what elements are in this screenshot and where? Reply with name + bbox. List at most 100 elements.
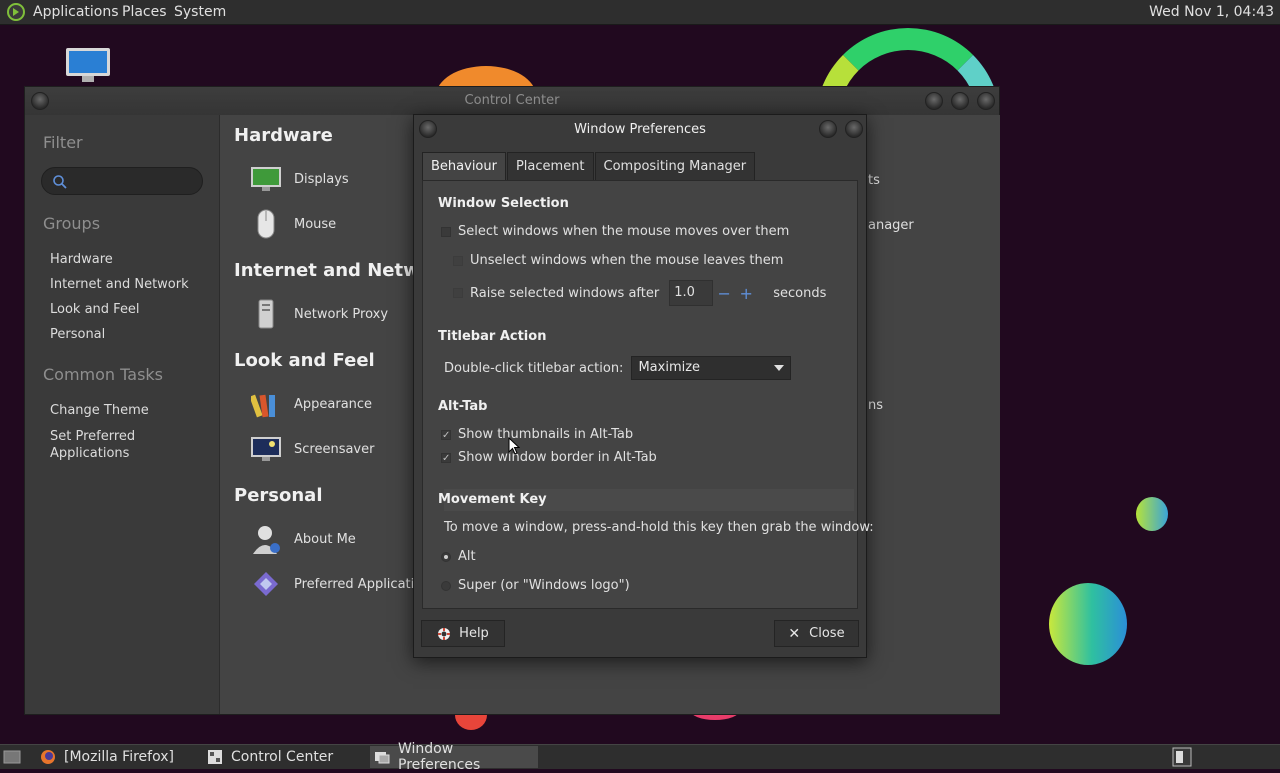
sidebar-item-personal[interactable]: Personal (50, 327, 105, 342)
super-radio[interactable] (441, 580, 451, 591)
task-control-center-label: Control Center (231, 749, 334, 765)
help-button[interactable]: Help (421, 620, 505, 647)
item-appearance-label: Appearance (294, 396, 373, 412)
item-displays-label: Displays (294, 171, 349, 187)
alt-row[interactable]: Alt (441, 549, 476, 564)
menu-applications[interactable]: Applications (33, 4, 119, 20)
wp-menu-button[interactable] (419, 120, 437, 138)
close-icon: ✕ (788, 625, 801, 642)
titlebar-action-label: Double-click titlebar action: (444, 360, 624, 376)
movement-key-description: To move a window, press-and-hold this ke… (444, 520, 874, 535)
item-network-proxy-label: Network Proxy (294, 306, 389, 322)
close-button[interactable]: ✕ Close (774, 620, 859, 647)
task-firefox[interactable]: [Mozilla Firefox] (36, 746, 196, 768)
wp-close-button[interactable] (845, 120, 863, 138)
select-on-hover-checkbox[interactable] (441, 226, 451, 237)
item-screensaver[interactable]: Screensaver (250, 433, 374, 465)
firefox-icon (40, 749, 56, 765)
close-label: Close (809, 626, 845, 641)
select-on-hover-row[interactable]: Select windows when the mouse moves over… (441, 224, 789, 239)
super-row[interactable]: Super (or "Windows logo") (441, 578, 630, 593)
tab-placement[interactable]: Placement (506, 152, 594, 180)
item-network-proxy[interactable]: Network Proxy (250, 298, 388, 330)
wp-minimize-button[interactable] (819, 120, 837, 138)
titlebar-action-value: Maximize (638, 360, 701, 375)
window-preferences-icon (374, 749, 390, 765)
sidebar-item-look-and-feel[interactable]: Look and Feel (50, 302, 140, 317)
item-about-me-label: About Me (294, 531, 356, 547)
task-control-center[interactable]: Control Center (203, 746, 363, 768)
bottom-panel: [Mozilla Firefox] Control Center Window … (0, 741, 1280, 773)
super-label: Super (or "Windows logo") (458, 578, 630, 593)
task-window-preferences[interactable]: Window Preferences (370, 741, 538, 773)
cc-maximize-button[interactable] (951, 92, 969, 110)
clock[interactable]: Wed Nov 1, 04:43 (1149, 4, 1274, 20)
hidden-item-label-2: anager (868, 218, 914, 233)
control-center-titlebar[interactable]: Control Center (25, 87, 999, 115)
task-window-preferences-label: Window Preferences (398, 741, 481, 773)
task-set-preferred-apps[interactable]: Set Preferred Applications (50, 428, 135, 462)
item-displays[interactable]: Displays (250, 163, 349, 195)
category-internet: Internet and Network (234, 260, 416, 281)
item-preferred-apps[interactable]: Preferred Applications (250, 568, 437, 600)
mouse-icon (250, 208, 282, 240)
decrement-button[interactable]: − (713, 284, 735, 303)
preferred-apps-icon (250, 568, 282, 600)
category-look-and-feel: Look and Feel (234, 350, 375, 371)
show-border-label: Show window border in Alt-Tab (458, 450, 657, 465)
behaviour-page: Window Selection Select windows when the… (422, 180, 874, 609)
control-center-sidebar: Filter Groups Hardware Internet and Netw… (25, 115, 219, 714)
menu-system[interactable]: System (174, 4, 226, 20)
tab-behaviour[interactable]: Behaviour (422, 152, 506, 180)
show-thumbnails-checkbox[interactable]: ✓ (441, 429, 451, 440)
cc-minimize-button[interactable] (925, 92, 943, 110)
alt-radio[interactable] (441, 551, 451, 562)
computer-desktop-icon[interactable] (64, 46, 112, 86)
menu-places[interactable]: Places (122, 4, 167, 20)
item-mouse[interactable]: Mouse (250, 208, 336, 240)
show-desktop-icon[interactable] (3, 749, 21, 769)
tab-bar: Behaviour Placement Compositing Manager (422, 152, 756, 180)
titlebar-action-row: Double-click titlebar action: Maximize (444, 356, 792, 380)
item-appearance[interactable]: Appearance (250, 388, 372, 420)
titlebar-action-dropdown[interactable]: Maximize (631, 356, 792, 380)
cc-menu-button[interactable] (31, 92, 49, 110)
titlebar-action-heading: Titlebar Action (438, 329, 547, 344)
task-change-theme[interactable]: Change Theme (50, 403, 149, 418)
unselect-on-leave-label: Unselect windows when the mouse leaves t… (470, 253, 784, 268)
network-proxy-icon (250, 298, 282, 330)
task-firefox-label: [Mozilla Firefox] (64, 749, 174, 765)
sidebar-item-hardware[interactable]: Hardware (50, 252, 113, 267)
display-icon (250, 163, 282, 195)
increment-button[interactable]: + (735, 284, 757, 303)
item-mouse-label: Mouse (294, 216, 337, 232)
appearance-icon (250, 388, 282, 420)
category-personal: Personal (234, 485, 323, 506)
alt-label: Alt (458, 549, 476, 564)
cc-close-button[interactable] (977, 92, 995, 110)
window-selection-heading: Window Selection (438, 196, 569, 211)
raise-after-checkbox[interactable] (453, 288, 463, 298)
workspace-switcher-icon[interactable] (1172, 747, 1192, 771)
window-preferences-titlebar[interactable]: Window Preferences (414, 115, 866, 145)
item-screensaver-label: Screensaver (294, 441, 375, 457)
raise-delay-input[interactable]: 1.0 (669, 280, 714, 306)
search-icon (52, 174, 68, 194)
sidebar-item-internet[interactable]: Internet and Network (50, 277, 189, 292)
tab-compositing-manager[interactable]: Compositing Manager (594, 152, 756, 180)
wallpaper-orb-large (1049, 583, 1127, 665)
category-hardware: Hardware (234, 125, 333, 146)
unselect-on-leave-row[interactable]: Unselect windows when the mouse leaves t… (453, 253, 783, 268)
show-border-row[interactable]: ✓ Show window border in Alt-Tab (441, 450, 657, 465)
unselect-on-leave-checkbox[interactable] (453, 255, 463, 266)
show-thumbnails-label: Show thumbnails in Alt-Tab (458, 427, 634, 442)
show-border-checkbox[interactable]: ✓ (441, 452, 451, 463)
item-about-me[interactable]: About Me (250, 523, 356, 555)
show-thumbnails-row[interactable]: ✓ Show thumbnails in Alt-Tab (441, 427, 633, 442)
filter-search-input[interactable] (41, 167, 203, 195)
alt-tab-heading: Alt-Tab (438, 399, 488, 414)
menu-logo-icon[interactable] (7, 3, 25, 25)
raise-after-row: Raise selected windows after 1.0 − + sec… (453, 280, 826, 306)
control-center-icon (207, 749, 223, 765)
help-icon (437, 627, 451, 641)
